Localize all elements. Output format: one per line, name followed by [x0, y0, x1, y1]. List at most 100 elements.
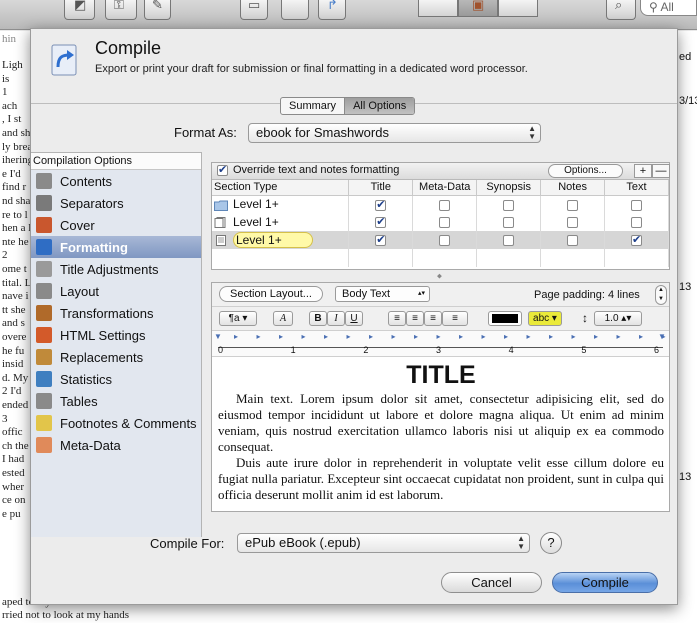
compile-for-popup[interactable]: ePub eBook (.epub) ▲ ▼ — [237, 533, 530, 553]
toolbar-button-2[interactable]: ⚿ — [105, 0, 137, 20]
sidebar-item-cover[interactable]: Cover — [31, 214, 201, 236]
col-notes[interactable]: Notes — [540, 180, 606, 196]
tab-stop-icon[interactable]: ▸ — [527, 332, 531, 341]
font-button[interactable]: A — [273, 311, 293, 326]
title-checkbox[interactable] — [375, 198, 387, 211]
sidebar-item-meta-data[interactable]: Meta-Data — [31, 434, 201, 456]
tab-stop-icon[interactable]: ▸ — [369, 332, 373, 341]
document-preview[interactable]: TITLE Main text. Lorem ipsum dolor sit a… — [212, 357, 669, 503]
sidebar-item-title-adjustments[interactable]: Title Adjustments — [31, 258, 201, 280]
view-mode-corkboard[interactable]: ▣ — [458, 0, 498, 17]
highlight-color-well[interactable]: abc ▾ — [528, 311, 562, 326]
toolbar-button-6[interactable]: ↱ — [318, 0, 346, 20]
section-layout-button[interactable]: Section Layout... — [219, 286, 323, 302]
view-mode-scrivenings[interactable] — [418, 0, 458, 17]
sidebar-item-replacements[interactable]: Replacements — [31, 346, 201, 368]
title-checkbox[interactable] — [375, 215, 387, 229]
table-row[interactable]: Level 1+ — [212, 231, 669, 249]
toolbar-button-3[interactable]: ✎ — [144, 0, 171, 20]
sidebar-item-footnotes-comments[interactable]: Footnotes & Comments — [31, 412, 201, 434]
toolbar-search-field[interactable]: ⚲ All — [640, 0, 697, 16]
tab-stop-icon[interactable]: ▸ — [504, 332, 508, 341]
align-left-button[interactable]: ≡ — [388, 311, 406, 326]
tab-stop-icon[interactable]: ▸ — [639, 332, 643, 341]
synopsis-checkbox[interactable] — [503, 235, 515, 247]
add-section-button[interactable]: + — [634, 164, 652, 178]
text-color-well[interactable] — [488, 311, 522, 326]
text-checkbox[interactable] — [631, 199, 643, 211]
paragraph-style-button[interactable]: ¶a ▾ — [219, 311, 257, 326]
toolbar-button-search[interactable]: ⌕ — [606, 0, 636, 20]
sidebar-item-tables[interactable]: Tables — [31, 390, 201, 412]
tab-stop-icon[interactable]: ▸ — [414, 332, 418, 341]
style-popup[interactable]: Body Text ▴▾ — [335, 286, 430, 302]
meta-checkbox[interactable] — [439, 199, 451, 211]
tab-stop-icon[interactable]: ▸ — [392, 332, 396, 341]
underline-button[interactable]: U — [345, 311, 363, 326]
sidebar-item-statistics[interactable]: Statistics — [31, 368, 201, 390]
tab-stop-icon[interactable]: ▸ — [617, 332, 621, 341]
col-title[interactable]: Title — [348, 180, 414, 196]
toolbar-button-5[interactable] — [281, 0, 309, 20]
cancel-button[interactable]: Cancel — [441, 572, 542, 593]
remove-section-button[interactable]: — — [652, 164, 670, 178]
tab-stop-icon[interactable]: ▸ — [347, 332, 351, 341]
tab-stop-icon[interactable]: ▸ — [257, 332, 261, 341]
text-checkbox[interactable] — [631, 233, 643, 247]
compile-button[interactable]: Compile — [552, 572, 658, 593]
notes-checkbox[interactable] — [567, 217, 579, 229]
sidebar-item-formatting[interactable]: Formatting — [31, 236, 201, 258]
left-margin-marker-icon[interactable]: ▼ — [214, 332, 222, 341]
tab-stop-icon[interactable]: ▸ — [302, 332, 306, 341]
tab-stop-icon[interactable]: ▸ — [234, 332, 238, 341]
line-spacing-popup[interactable]: 1.0 ▴▾ — [594, 311, 642, 326]
bold-button[interactable]: B — [309, 311, 327, 326]
page-padding-stepper[interactable]: ▲ ▼ — [655, 285, 667, 305]
col-synopsis[interactable]: Synopsis — [476, 180, 542, 196]
col-text[interactable]: Text — [604, 180, 669, 196]
options-button[interactable]: Options... — [548, 164, 623, 178]
table-row[interactable]: Level 1+ — [212, 195, 669, 213]
col-meta-data[interactable]: Meta-Data — [412, 180, 478, 196]
synopsis-checkbox[interactable] — [503, 199, 515, 211]
tab-stop-icon[interactable]: ▸ — [572, 332, 576, 341]
sidebar-item-separators[interactable]: Separators — [31, 192, 201, 214]
format-as-popup[interactable]: ebook for Smashwords ▲ ▼ — [248, 123, 541, 143]
help-button[interactable]: ? — [540, 532, 562, 554]
align-justify-button[interactable]: ≡ — [442, 311, 468, 326]
text-checkbox[interactable] — [631, 217, 643, 229]
sidebar-item-html-settings[interactable]: HTML Settings — [31, 324, 201, 346]
view-mode-outliner[interactable] — [498, 0, 538, 17]
section-type-cell[interactable]: Level 1+ — [212, 231, 350, 249]
align-right-button[interactable]: ≡ — [424, 311, 442, 326]
italic-button[interactable]: I — [327, 311, 345, 326]
tab-stop-icon[interactable]: ▸ — [549, 332, 553, 341]
col-section-type[interactable]: Section Type — [212, 180, 350, 196]
splitter-handle-icon[interactable]: ⬥ — [437, 273, 442, 281]
synopsis-checkbox[interactable] — [503, 217, 515, 229]
toolbar-button-1[interactable]: ◩ — [64, 0, 95, 20]
ruler[interactable]: 0 1 2 3 4 5 6 ▸ ▸ ▸ ▸ ▸ ▸ ▸ ▸ ▸ ▸ ▸ ▸ ▸ ▸ ▸ ▸ ▸ ▸ ▸ ▸ ▼ ▼ — [212, 331, 669, 357]
tab-stop-icon[interactable]: ▸ — [324, 332, 328, 341]
meta-checkbox[interactable] — [439, 217, 451, 229]
sidebar-item-layout[interactable]: Layout — [31, 280, 201, 302]
tab-summary[interactable]: Summary — [281, 98, 344, 114]
right-margin-marker-icon[interactable]: ▼ — [658, 332, 666, 341]
table-row[interactable]: Level 1+ — [212, 213, 669, 231]
notes-checkbox[interactable] — [567, 235, 579, 247]
title-checkbox[interactable] — [375, 233, 387, 247]
override-checkbox[interactable] — [217, 163, 228, 176]
tab-stop-icon[interactable]: ▸ — [482, 332, 486, 341]
sidebar-item-contents[interactable]: Contents — [31, 170, 201, 192]
align-center-button[interactable]: ≡ — [406, 311, 424, 326]
tab-stop-icon[interactable]: ▸ — [437, 332, 441, 341]
tab-stop-icon[interactable]: ▸ — [459, 332, 463, 341]
meta-checkbox[interactable] — [439, 235, 451, 247]
section-type-cell[interactable]: Level 1+ — [212, 195, 350, 213]
section-type-cell[interactable]: Level 1+ — [212, 213, 350, 231]
tab-stop-icon[interactable]: ▸ — [594, 332, 598, 341]
toolbar-button-4[interactable]: ▭ — [240, 0, 268, 20]
notes-checkbox[interactable] — [567, 199, 579, 211]
sidebar-item-transformations[interactable]: Transformations — [31, 302, 201, 324]
tab-stop-icon[interactable]: ▸ — [279, 332, 283, 341]
